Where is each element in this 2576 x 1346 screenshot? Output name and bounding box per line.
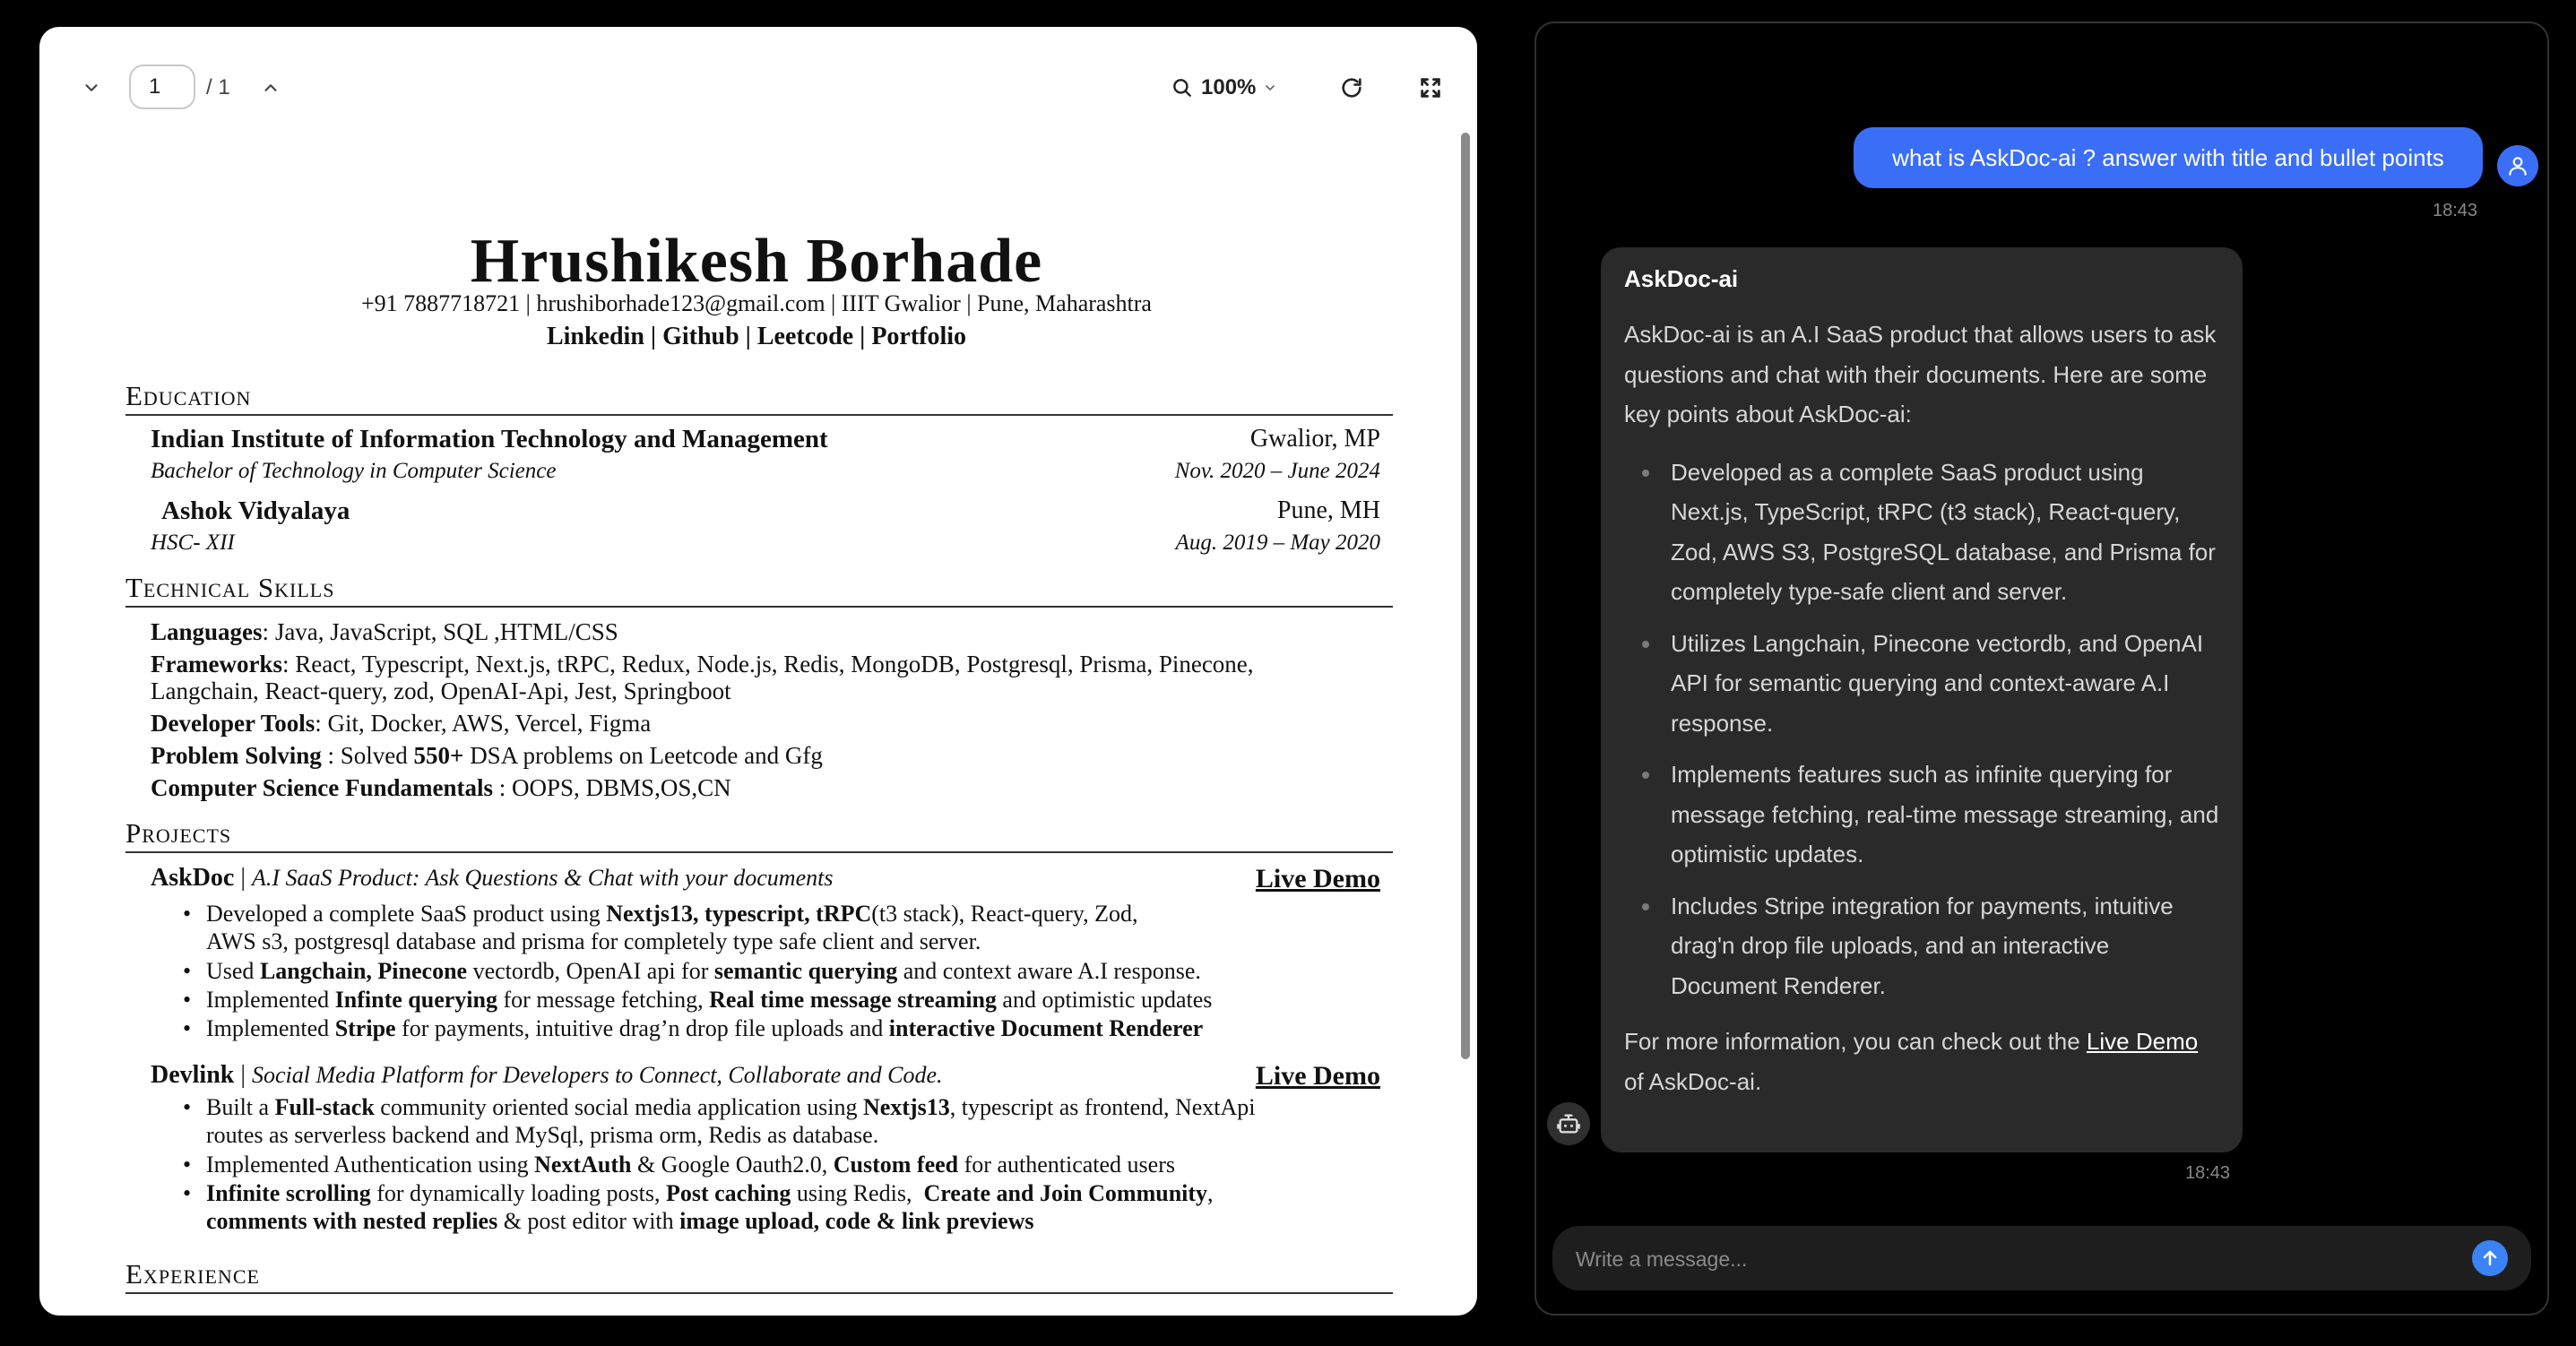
resume-contact: +91 7887718721 | hrushiborhade123@gmail.…: [361, 290, 1152, 316]
page-total: / 1: [206, 75, 230, 99]
project-bullet: Implemented Infinte querying for message…: [183, 986, 1407, 1014]
user-icon: [2509, 157, 2527, 176]
section-experience: Experience: [125, 1258, 1393, 1294]
link-github[interactable]: Github: [662, 323, 739, 350]
edu-degree: HSC- XII Aug. 2019 – May 2020: [151, 531, 1380, 555]
fullscreen-button[interactable]: [1409, 66, 1452, 109]
link-portfolio[interactable]: Portfolio: [871, 323, 966, 350]
link-linkedin[interactable]: Linkedin: [547, 323, 644, 350]
link-leetcode[interactable]: Leetcode: [757, 323, 853, 350]
skill-line: Developer Tools: Git, Docker, AWS, Verce…: [151, 710, 652, 737]
message-timestamp: 18:43: [2185, 1163, 2231, 1183]
send-button[interactable]: [2472, 1240, 2508, 1276]
live-demo-link[interactable]: Live Demo: [1256, 864, 1380, 894]
ai-message-bubble: AskDoc-ai AskDoc-ai is an A.I SaaS produ…: [1601, 247, 2243, 1152]
project-bullet: Built a Full-stack community oriented so…: [183, 1093, 1407, 1149]
ai-message-title: AskDoc-ai: [1624, 265, 1739, 292]
live-demo-link[interactable]: Live Demo: [1256, 1061, 1380, 1091]
edu-degree: Bachelor of Technology in Computer Scien…: [151, 459, 1380, 483]
section-skills: Technical Skills: [125, 572, 1393, 608]
ai-message-outro: For more information, you can check out …: [1624, 1028, 2199, 1095]
ai-bullet-item: Implements features such as infinite que…: [1624, 755, 2219, 875]
page-down-button[interactable]: [73, 70, 109, 106]
page-up-button[interactable]: [253, 70, 289, 106]
bot-icon: [1557, 1114, 1580, 1134]
skill-line: Computer Science Fundamentals : OOPS, DB…: [151, 774, 731, 801]
zoom-level: 100%: [1201, 75, 1257, 99]
edu-school: Indian Institute of Information Technolo…: [151, 425, 1380, 453]
pdf-viewer: / 1 100% Hrushikesh Borhade +91 78877187…: [39, 27, 1477, 1316]
project-bullet: Implemented Authentication using NextAut…: [183, 1151, 1407, 1178]
project-bullet: Developed a complete SaaS product using …: [183, 900, 1407, 955]
user-message-bubble: what is AskDoc-ai ? answer with title an…: [1854, 127, 2483, 188]
expand-icon: [1421, 78, 1440, 98]
chevron-down-icon: [1266, 85, 1275, 91]
ai-bullet-item: Utilizes Langchain, Pinecone vectordb, a…: [1624, 624, 2219, 744]
ai-bullet-item: Developed as a complete SaaS product usi…: [1624, 453, 2219, 612]
resume-links: Linkedin | Github | Leetcode | Portfolio: [546, 323, 967, 350]
bot-avatar: [1547, 1102, 1590, 1145]
message-composer: [1552, 1226, 2531, 1292]
message-timestamp: 18:43: [2433, 201, 2478, 220]
page-number-input[interactable]: [129, 65, 195, 109]
ai-bullet-item: Includes Stripe integration for payments…: [1624, 886, 2219, 1006]
zoom-control[interactable]: 100%: [1171, 66, 1277, 109]
chat-panel: what is AskDoc-ai ? answer with title an…: [1534, 22, 2549, 1316]
rotate-icon: [1342, 78, 1361, 98]
section-education: Education: [125, 380, 1393, 416]
project-header: Devlink | Social Media Platform for Deve…: [151, 1061, 1380, 1091]
project-bullet: Implemented Stripe for payments, intuiti…: [183, 1014, 1407, 1042]
skill-line-cont: Langchain, React-query, zod, OpenAI-Api,…: [151, 677, 731, 704]
project-bullet: Used Langchain, Pinecone vectordb, OpenA…: [183, 957, 1407, 985]
skill-line: Problem Solving : Solved 550+ DSA proble…: [151, 742, 823, 769]
skill-line: Languages: Java, JavaScript, SQL ,HTML/C…: [151, 618, 618, 645]
rotate-button[interactable]: [1330, 66, 1373, 109]
live-demo-link[interactable]: Live Demo: [2087, 1028, 2198, 1055]
search-icon: [1173, 79, 1191, 97]
ai-bullet-list: Developed as a complete SaaS product usi…: [1624, 453, 2219, 1006]
chevron-up-icon: [264, 84, 277, 91]
user-avatar: [2497, 145, 2538, 186]
resume-name: Hrushikesh Borhade: [470, 227, 1043, 296]
arrow-up-icon: [2483, 1250, 2497, 1266]
viewer-toolbar: / 1 100%: [39, 27, 1477, 152]
chevron-down-icon: [85, 84, 98, 91]
ai-message-intro: AskDoc-ai is an A.I SaaS product that al…: [1624, 321, 2217, 427]
project-header: AskDoc | A.I SaaS Product: Ask Questions…: [151, 864, 1380, 893]
message-input[interactable]: [1574, 1226, 2456, 1292]
edu-school: Ashok Vidyalaya Pune, MH: [161, 496, 1380, 525]
skill-line: Frameworks: React, Typescript, Next.js, …: [151, 651, 1254, 677]
project-bullet: Infinite scrolling for dynamically loadi…: [183, 1179, 1407, 1235]
section-projects: Projects: [125, 817, 1393, 853]
